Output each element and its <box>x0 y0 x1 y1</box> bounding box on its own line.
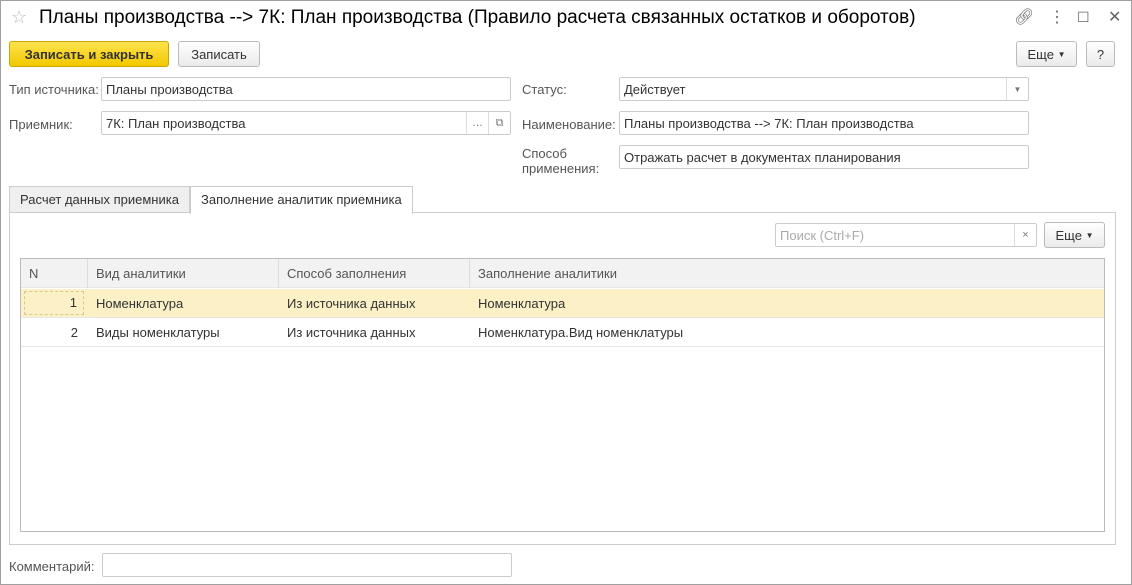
name-label: Наименование: <box>522 117 616 132</box>
row-kind: Номенклатура <box>96 295 184 311</box>
status-select[interactable]: Действует ▼ <box>619 77 1029 101</box>
method-label: Способ применения: <box>522 146 600 176</box>
table-more-label: Еще <box>1055 227 1082 243</box>
row-n: 2 <box>70 324 78 340</box>
save-and-close-button[interactable]: Записать и закрыть <box>9 41 169 67</box>
comment-label: Комментарий: <box>9 559 95 574</box>
column-header-n[interactable]: N <box>21 258 88 288</box>
receiver-field[interactable]: 7К: План производства … ⧉ <box>101 111 511 135</box>
table-row[interactable]: 2 Виды номенклатуры Из источника данных … <box>21 318 1104 347</box>
name-field[interactable]: Планы производства --> 7К: План производ… <box>619 111 1029 135</box>
window-title: Планы производства --> 7К: План производ… <box>39 7 916 28</box>
status-value: Действует <box>624 82 686 97</box>
method-field[interactable]: Отражать расчет в документах планировани… <box>619 145 1029 169</box>
search-input[interactable]: Поиск (Ctrl+F) × <box>775 223 1037 247</box>
maximize-icon[interactable]: ☐ <box>1077 9 1090 26</box>
column-header-kind[interactable]: Вид аналитики <box>88 258 279 288</box>
row-n: 1 <box>24 291 84 315</box>
source-type-label: Тип источника: <box>9 82 99 97</box>
save-button[interactable]: Записать <box>178 41 260 67</box>
table-header: N Вид аналитики Способ заполнения Заполн… <box>21 258 1104 288</box>
tab-analytics-fill[interactable]: Заполнение аналитик приемника <box>190 186 413 214</box>
table-more-button[interactable]: Еще ▼ <box>1044 222 1105 248</box>
select-ellipsis-icon[interactable]: … <box>466 112 488 134</box>
row-kind: Виды номенклатуры <box>96 324 220 340</box>
dropdown-arrow-icon: ▼ <box>1085 230 1094 240</box>
column-header-method[interactable]: Способ заполнения <box>279 258 470 288</box>
favorite-star-icon[interactable]: ☆ <box>11 7 27 28</box>
more-button[interactable]: Еще ▼ <box>1016 41 1077 67</box>
column-header-fill[interactable]: Заполнение аналитики <box>470 259 1104 288</box>
more-label: Еще <box>1027 46 1054 62</box>
dropdown-arrow-icon: ▼ <box>1057 49 1066 59</box>
row-method: Из источника данных <box>287 295 416 311</box>
row-fill: Номенклатура.Вид номенклатуры <box>478 324 684 340</box>
table-row[interactable]: 1 Номенклатура Из источника данных Номен… <box>21 289 1104 318</box>
analytics-table: N Вид аналитики Способ заполнения Заполн… <box>20 258 1105 532</box>
clear-search-icon[interactable]: × <box>1014 224 1036 246</box>
dropdown-arrow-icon[interactable]: ▼ <box>1006 78 1028 100</box>
close-icon[interactable]: ✕ <box>1108 7 1121 27</box>
row-fill: Номенклатура <box>478 295 566 311</box>
comment-field[interactable] <box>102 553 512 577</box>
row-method: Из источника данных <box>287 324 416 340</box>
help-button[interactable]: ? <box>1086 41 1115 67</box>
status-label: Статус: <box>522 82 567 97</box>
more-menu-icon[interactable]: ⋮ <box>1049 7 1065 27</box>
open-icon[interactable]: ⧉ <box>488 112 510 134</box>
receiver-label: Приемник: <box>9 117 73 132</box>
tab-receiver-calc[interactable]: Расчет данных приемника <box>9 186 190 213</box>
source-type-field[interactable]: Планы производства <box>101 77 511 101</box>
search-placeholder: Поиск (Ctrl+F) <box>780 228 865 243</box>
link-icon[interactable]: 🔗︎ <box>1014 7 1034 27</box>
receiver-value: 7К: План производства <box>106 116 246 131</box>
